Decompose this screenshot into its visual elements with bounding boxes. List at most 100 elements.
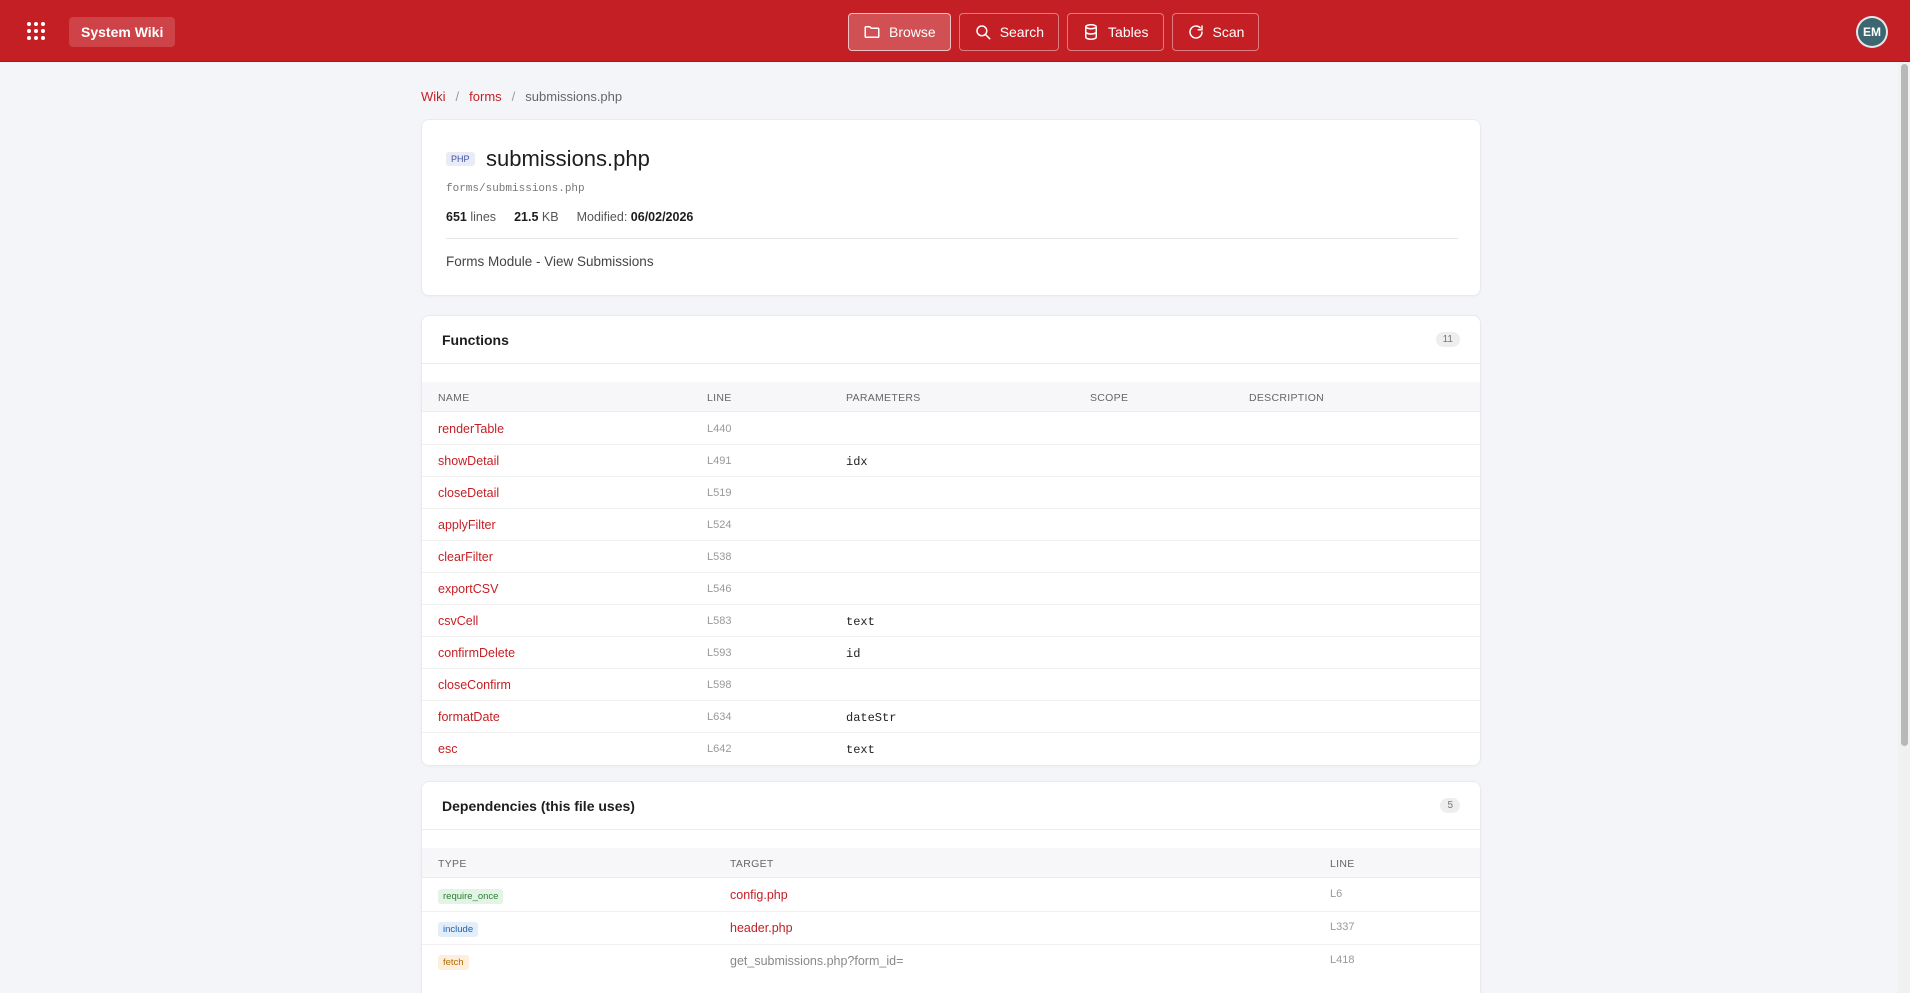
browse-label: Browse [889, 24, 936, 40]
column-header-description: Description [1249, 392, 1325, 404]
file-stats: 651 lines 21.5 KB Modified: 06/02/2026 [446, 210, 693, 224]
function-name-link[interactable]: esc [438, 742, 457, 756]
table-row: applyFilter L524 [422, 509, 1480, 541]
browse-button[interactable]: Browse [848, 13, 951, 51]
function-line: L440 [707, 423, 732, 435]
function-line: L519 [707, 487, 732, 499]
top-bar: System Wiki Browse Search Tables Scan EM [0, 0, 1910, 62]
function-line: L598 [707, 679, 732, 691]
modified-date-stat: Modified: 06/02/2026 [576, 210, 694, 224]
function-name-link[interactable]: showDetail [438, 454, 499, 468]
table-row: require_once config.php L6 [422, 879, 1480, 912]
table-row: closeConfirm L598 [422, 669, 1480, 701]
refresh-icon [1187, 23, 1205, 41]
page-scrollbar[interactable] [1898, 62, 1910, 993]
function-name-link[interactable]: clearFilter [438, 550, 493, 564]
search-label: Search [999, 24, 1045, 40]
brand-logo[interactable]: System Wiki [69, 17, 176, 47]
breadcrumb: Wiki / forms / submissions.php [421, 89, 622, 104]
dependencies-header: Dependencies (this file uses) 5 [422, 782, 1480, 830]
search-button[interactable]: Search [958, 13, 1060, 51]
function-line: L583 [707, 615, 732, 627]
table-row: exportCSV L546 [422, 573, 1480, 605]
table-row: clearFilter L538 [422, 541, 1480, 573]
dependency-target: get_submissions.php?form_id= [730, 954, 904, 968]
function-name-link[interactable]: csvCell [438, 614, 478, 628]
file-info-card: PHP submissions.php forms/submissions.ph… [421, 119, 1481, 296]
dependency-line: L6 [1330, 888, 1343, 900]
functions-section: Functions 11 Name Line Parameters Scope … [421, 315, 1481, 766]
scan-button[interactable]: Scan [1171, 13, 1260, 51]
dependency-type-badge: include [438, 922, 479, 937]
table-row: esc L642 text [422, 733, 1480, 765]
function-params: idx [846, 455, 868, 469]
column-header-scope: Scope [1090, 392, 1129, 404]
function-name-link[interactable]: renderTable [438, 422, 504, 436]
scan-label: Scan [1212, 24, 1245, 40]
table-row: include header.php L337 [422, 912, 1480, 945]
tables-button[interactable]: Tables [1067, 13, 1164, 51]
function-name-link[interactable]: formatDate [438, 710, 500, 724]
tables-label: Tables [1108, 24, 1149, 40]
function-params: dateStr [846, 711, 897, 725]
breadcrumb-wiki-link[interactable]: Wiki [421, 89, 446, 104]
function-line: L546 [707, 583, 732, 595]
function-params: text [846, 743, 875, 757]
function-name-link[interactable]: closeDetail [438, 486, 499, 500]
dependencies-table-header: Type Target Line [422, 848, 1480, 878]
main-nav: Browse Search Tables Scan [848, 13, 1260, 51]
breadcrumb-current: submissions.php [525, 89, 623, 104]
search-icon [974, 23, 992, 41]
functions-count-badge: 11 [1435, 332, 1460, 347]
scrollbar-thumb[interactable] [1901, 64, 1908, 746]
functions-title: Functions [442, 332, 509, 348]
function-name-link[interactable]: confirmDelete [438, 646, 515, 660]
page-title: submissions.php [486, 146, 650, 171]
function-line: L634 [707, 711, 732, 723]
table-row: csvCell L583 text [422, 605, 1480, 637]
breadcrumb-separator: / [455, 89, 460, 104]
divider [446, 238, 1458, 239]
function-name-link[interactable]: exportCSV [438, 582, 498, 596]
table-row: fetch get_submissions.php?form_id= L418 [422, 945, 1480, 978]
apps-grid-icon[interactable] [24, 19, 48, 43]
dependencies-title: Dependencies (this file uses) [442, 798, 635, 814]
file-path: forms/submissions.php [446, 183, 585, 195]
function-name-link[interactable]: applyFilter [438, 518, 496, 532]
table-row: formatDate L634 dateStr [422, 701, 1480, 733]
user-avatar[interactable]: EM [1856, 16, 1888, 48]
breadcrumb-separator: / [511, 89, 516, 104]
function-params: text [846, 615, 875, 629]
dependency-target[interactable]: config.php [730, 888, 788, 902]
column-header-line: Line [1330, 858, 1355, 870]
line-count-stat: 651 lines [446, 210, 497, 224]
table-row: confirmDelete L593 id [422, 637, 1480, 669]
dependency-target[interactable]: header.php [730, 921, 793, 935]
breadcrumb-forms-link[interactable]: forms [469, 89, 502, 104]
table-row: showDetail L491 idx [422, 445, 1480, 477]
functions-header: Functions 11 [422, 316, 1480, 364]
function-line: L524 [707, 519, 732, 531]
dependencies-section: Dependencies (this file uses) 5 Type Tar… [421, 781, 1481, 993]
column-header-name: Name [438, 392, 470, 404]
function-name-link[interactable]: closeConfirm [438, 678, 511, 692]
function-line: L593 [707, 647, 732, 659]
file-description: Forms Module - View Submissions [446, 254, 654, 269]
table-row: closeDetail L519 [422, 477, 1480, 509]
column-header-line: Line [707, 392, 732, 404]
column-header-parameters: Parameters [846, 392, 921, 404]
language-badge: PHP [446, 152, 475, 166]
database-icon [1082, 23, 1100, 41]
dependency-line: L337 [1330, 921, 1355, 933]
column-header-type: Type [438, 858, 467, 870]
function-line: L642 [707, 743, 732, 755]
functions-table-header: Name Line Parameters Scope Description [422, 382, 1480, 412]
function-line: L538 [707, 551, 732, 563]
dependency-type-badge: fetch [438, 955, 469, 970]
dependencies-count-badge: 5 [1440, 798, 1460, 813]
file-size-stat: 21.5 KB [514, 210, 559, 224]
table-row: renderTable L440 [422, 413, 1480, 445]
function-params: id [846, 647, 861, 661]
folder-icon [863, 23, 881, 41]
function-line: L491 [707, 455, 732, 467]
